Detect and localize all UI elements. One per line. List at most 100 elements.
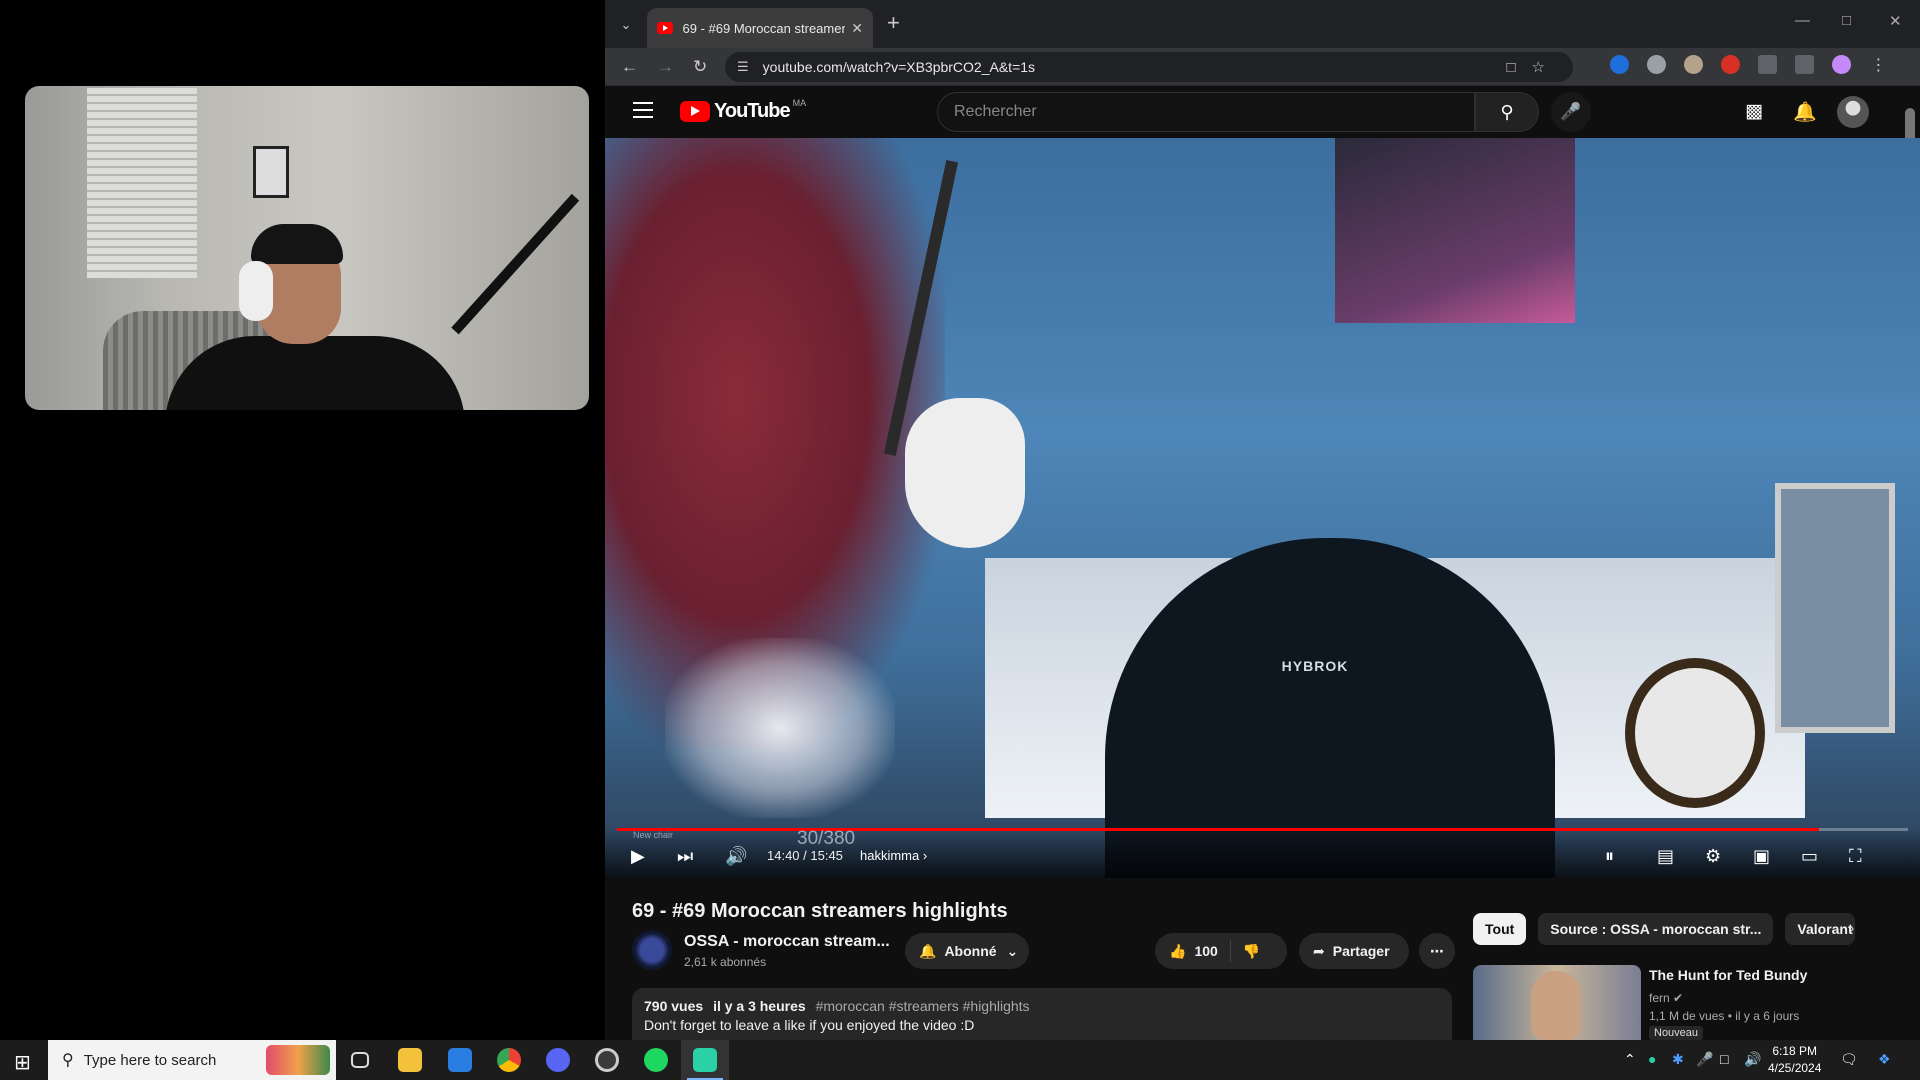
recommendation-thumbnail[interactable] [1473,965,1641,1040]
speaker-icon[interactable]: 🔊 [1744,1051,1761,1068]
next-video-icon[interactable]: ⏭ [677,846,693,867]
browser-window: ⌄ 69 - #69 Moroccan streamers highlights… [605,0,1920,1040]
streaming-app-icon[interactable] [681,1040,729,1080]
wall-poster [253,146,289,198]
maximize-icon[interactable]: □ [1842,12,1851,29]
miniplayer-icon[interactable]: ▣ [1753,846,1770,867]
share-label: Partager [1332,943,1390,959]
site-info-icon[interactable]: ☰ [737,59,749,75]
streamer-body [165,336,465,410]
profile-icon[interactable] [1832,55,1851,74]
video-player[interactable]: HYBROK New chair 30/380 ▶ ⏭ 🔊 14:40 / 15… [605,138,1920,878]
more-actions-button[interactable]: ⋯ [1419,933,1455,969]
chapter-title[interactable]: hakkimma › [860,848,927,863]
browser-tab[interactable]: 69 - #69 Moroccan streamers highlights ✕ [647,8,873,48]
fullscreen-icon[interactable]: ⛶ [1849,846,1862,867]
mic-arm [451,193,580,335]
reading-list-icon[interactable] [1795,55,1814,74]
search-button[interactable]: ⚲ [1475,92,1539,132]
theater-mode-icon[interactable]: ▭ [1801,846,1818,867]
hamburger-menu-icon[interactable] [633,102,653,118]
video-title: 69 - #69 Moroccan streamers highlights [632,900,1008,922]
like-button[interactable]: 👍 100 [1169,943,1218,960]
task-view-icon[interactable] [336,1040,384,1080]
recommendation-meta: 1,1 M de vues • il y a 6 jours [1649,1009,1800,1023]
chip-next-chevron-icon[interactable]: › [1849,920,1854,938]
youtube-header: YouTube MA ⚲ 🎤 ▩ 🔔 [605,86,1920,138]
taskbar-search-box[interactable]: ⚲ Type here to search [48,1040,336,1080]
youtube-wordmark: YouTube [714,100,791,122]
taskbar-search-icon: ⚲ [62,1052,74,1069]
chrome-icon[interactable] [485,1040,533,1080]
url-text[interactable]: youtube.com/watch?v=XB3pbrCO2_A&t=1s [763,59,1035,75]
tab-search-chevron-icon[interactable]: ⌄ [613,12,639,38]
window-close-icon[interactable]: ✕ [1889,12,1902,30]
autoplay-toggle[interactable]: ⏸ [1605,846,1614,867]
clock-date: 4/25/2024 [1768,1061,1822,1075]
install-bookmark-icons[interactable]: □☆ [1506,58,1561,76]
account-avatar[interactable] [1837,96,1869,128]
discord-icon[interactable] [534,1040,582,1080]
back-arrow-icon[interactable]: ← [621,57,638,77]
webcam-overlay [25,86,589,410]
chip-source[interactable]: Source : OSSA - moroccan str... [1538,913,1774,945]
subscriber-count: 2,61 k abonnés [684,955,767,969]
subtitles-icon[interactable]: ▤ [1657,846,1674,867]
notifications-bell-icon[interactable]: 🔔 [1793,100,1817,124]
youtube-play-icon [680,101,710,122]
share-button[interactable]: ➦ Partager [1299,933,1409,969]
copilot-icon[interactable]: ❖ [1878,1051,1891,1068]
hashtags[interactable]: #moroccan #streamers #highlights [816,998,1030,1014]
notifications-icon[interactable]: 🗨 [1840,1051,1858,1068]
browser-menu-icon[interactable]: ⋮ [1869,55,1888,74]
time-display: 14:40 / 15:45 [767,848,843,863]
tab-close-icon[interactable]: ✕ [851,20,863,37]
guitarist-poster [1335,138,1575,323]
chip-all[interactable]: Tout [1473,913,1527,945]
extension-icon[interactable] [1610,55,1629,74]
file-explorer-icon[interactable] [386,1040,434,1080]
search-box[interactable] [937,92,1475,132]
address-bar[interactable]: ☰ youtube.com/watch?v=XB3pbrCO2_A&t=1s □… [725,52,1573,82]
tray-chevron-icon[interactable]: ⌃ [1624,1051,1636,1068]
channel-name[interactable]: OSSA - moroccan stream... [684,933,890,951]
volume-icon[interactable]: 🔊 [725,846,747,867]
recommendation-channel-name: fern [1649,991,1670,1005]
extension-icon[interactable] [1647,55,1666,74]
tray-app-icon[interactable]: ● [1648,1051,1656,1067]
thumbs-down-icon[interactable]: 👎 [1243,943,1260,960]
network-icon[interactable]: □ [1720,1051,1728,1067]
windows-start-icon[interactable]: ⊞ [14,1050,31,1075]
youtube-logo[interactable]: YouTube MA [680,98,806,123]
windows-taskbar: ⊞ ⚲ Type here to search ⌃ ● ✱ 🎤 □ 🔊 6:18… [0,1040,1920,1080]
settings-gear-icon[interactable]: ⚙ [1705,846,1721,867]
chip-valorant[interactable]: Valorant [1785,913,1856,945]
puzzle-extensions-icon[interactable] [1758,55,1777,74]
description-box[interactable]: 790 vues il y a 3 heures #moroccan #stre… [632,988,1452,1040]
window-blind [87,88,197,278]
extension-icon[interactable] [1684,55,1703,74]
system-clock[interactable]: 6:18 PM 4/25/2024 [1768,1043,1821,1077]
channel-avatar[interactable] [632,930,672,970]
search-input[interactable] [954,103,1474,121]
more-horizontal-icon: ⋯ [1430,942,1444,959]
cursor-app-icon[interactable] [583,1040,631,1080]
subscribed-button[interactable]: 🔔 Abonné ⌄ [905,933,1029,969]
extension-icon[interactable] [1721,55,1740,74]
recommendation-title[interactable]: The Hunt for Ted Bundy [1649,967,1807,983]
play-icon[interactable]: ▶ [631,846,645,867]
forward-arrow-icon[interactable]: → [657,57,674,77]
microphone-tray-icon[interactable]: 🎤 [1696,1051,1713,1068]
reload-icon[interactable]: ↻ [693,57,707,77]
bluetooth-icon[interactable]: ✱ [1672,1051,1684,1068]
recommendation-channel[interactable]: fern ✔ [1649,991,1683,1005]
spotify-icon[interactable] [632,1040,680,1080]
like-divider [1229,940,1231,962]
verified-check-icon: ✔ [1673,991,1684,1005]
create-video-icon[interactable]: ▩ [1745,100,1763,123]
mail-icon[interactable] [436,1040,484,1080]
voice-search-button[interactable]: 🎤 [1551,92,1591,132]
new-tab-button[interactable]: + [887,10,900,36]
clock-time: 6:18 PM [1772,1044,1818,1058]
minimize-icon[interactable]: — [1795,12,1810,29]
